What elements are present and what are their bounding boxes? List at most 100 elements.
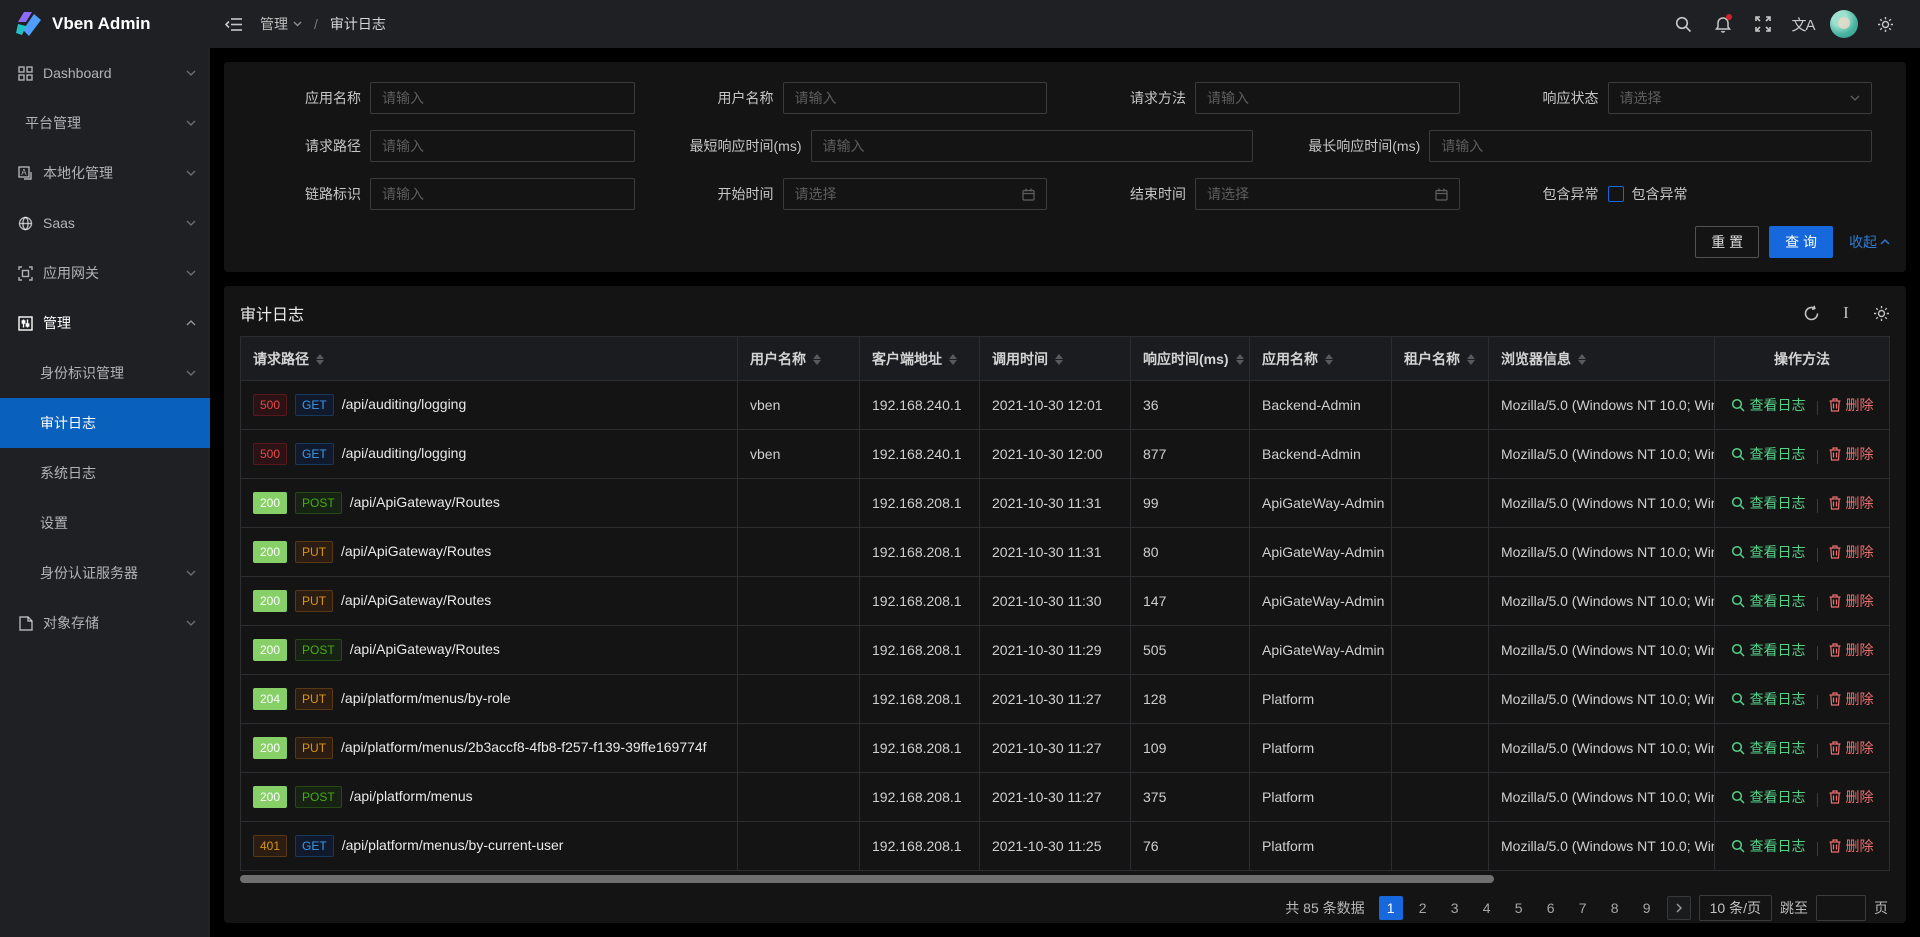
delete-button[interactable]: 删除 bbox=[1829, 787, 1874, 807]
sort-icon[interactable] bbox=[949, 354, 957, 365]
sort-icon[interactable] bbox=[316, 354, 324, 365]
http-status-select[interactable]: 请选择 bbox=[1608, 82, 1873, 114]
breadcrumb-root[interactable]: 管理 bbox=[260, 14, 302, 34]
trace-id-field[interactable] bbox=[370, 178, 635, 210]
sort-icon[interactable] bbox=[1055, 354, 1063, 365]
page-button-3[interactable]: 3 bbox=[1443, 896, 1467, 920]
request-path-field[interactable] bbox=[370, 130, 635, 162]
column-header-5[interactable]: 应用名称 bbox=[1250, 337, 1392, 381]
view-log-button[interactable]: 查看日志 bbox=[1731, 591, 1806, 611]
sort-icon[interactable] bbox=[1467, 354, 1475, 365]
page-button-8[interactable]: 8 bbox=[1603, 896, 1627, 920]
user-name-field[interactable] bbox=[783, 82, 1048, 114]
delete-button[interactable]: 删除 bbox=[1829, 591, 1874, 611]
http-method-field[interactable] bbox=[1195, 82, 1460, 114]
view-log-button[interactable]: 查看日志 bbox=[1731, 444, 1806, 464]
settings-icon[interactable] bbox=[1868, 7, 1902, 41]
view-log-button[interactable]: 查看日志 bbox=[1731, 836, 1806, 856]
sidebar-item-2[interactable]: A本地化管理 bbox=[0, 148, 210, 198]
filter-actions: 重 置 查 询 收起 bbox=[240, 226, 1890, 258]
max-time-input[interactable] bbox=[1441, 138, 1860, 154]
page-button-4[interactable]: 4 bbox=[1475, 896, 1499, 920]
collapse-link[interactable]: 收起 bbox=[1849, 232, 1890, 252]
delete-button[interactable]: 删除 bbox=[1829, 444, 1874, 464]
sidebar-item-3[interactable]: Saas bbox=[0, 198, 210, 248]
page-jump-input[interactable] bbox=[1816, 895, 1866, 921]
app-name-input[interactable] bbox=[382, 90, 623, 106]
sort-icon[interactable] bbox=[813, 354, 821, 365]
sidebar-item-label: 身份标识管理 bbox=[40, 363, 186, 383]
sidebar-item-1[interactable]: 平台管理 bbox=[0, 98, 210, 148]
search-icon[interactable] bbox=[1666, 7, 1700, 41]
cell-request-path: 401GET/api/platform/menus/by-current-use… bbox=[241, 822, 738, 871]
page-button-9[interactable]: 9 bbox=[1635, 896, 1659, 920]
delete-button[interactable]: 删除 bbox=[1829, 395, 1874, 415]
svg-text:A: A bbox=[21, 168, 27, 177]
column-header-7[interactable]: 浏览器信息 bbox=[1489, 337, 1715, 381]
search-icon bbox=[1731, 839, 1745, 853]
has-exception-checkbox[interactable] bbox=[1608, 186, 1624, 202]
sidebar-item-10[interactable]: 身份认证服务器 bbox=[0, 548, 210, 598]
sort-icon[interactable] bbox=[1578, 354, 1586, 365]
min-time-field[interactable] bbox=[811, 130, 1254, 162]
fullscreen-icon[interactable] bbox=[1746, 7, 1780, 41]
page-button-6[interactable]: 6 bbox=[1539, 896, 1563, 920]
max-time-field[interactable] bbox=[1429, 130, 1872, 162]
bell-icon[interactable] bbox=[1706, 7, 1740, 41]
end-time-picker[interactable]: 请选择 bbox=[1195, 178, 1460, 210]
chevron-down-icon bbox=[293, 21, 302, 27]
sort-icon[interactable] bbox=[1236, 354, 1244, 365]
min-time-input[interactable] bbox=[823, 138, 1242, 154]
sidebar-item-0[interactable]: Dashboard bbox=[0, 48, 210, 98]
sidebar-item-4[interactable]: 应用网关 bbox=[0, 248, 210, 298]
app-name-field[interactable] bbox=[370, 82, 635, 114]
view-log-button[interactable]: 查看日志 bbox=[1731, 542, 1806, 562]
column-header-6[interactable]: 租户名称 bbox=[1392, 337, 1489, 381]
view-log-button[interactable]: 查看日志 bbox=[1731, 640, 1806, 660]
menu-fold-icon[interactable] bbox=[216, 7, 250, 41]
start-time-picker[interactable]: 请选择 bbox=[783, 178, 1048, 210]
reset-button[interactable]: 重 置 bbox=[1695, 226, 1759, 258]
row-height-icon[interactable]: I bbox=[1837, 304, 1855, 322]
delete-button[interactable]: 删除 bbox=[1829, 542, 1874, 562]
trace-id-input[interactable] bbox=[382, 186, 623, 202]
delete-button[interactable]: 删除 bbox=[1829, 493, 1874, 513]
sidebar-item-11[interactable]: 对象存储 bbox=[0, 598, 210, 648]
sidebar-item-6[interactable]: 身份标识管理 bbox=[0, 348, 210, 398]
page-button-5[interactable]: 5 bbox=[1507, 896, 1531, 920]
sidebar-item-7[interactable]: 审计日志 bbox=[0, 398, 210, 448]
delete-button[interactable]: 删除 bbox=[1829, 836, 1874, 856]
user-name-input[interactable] bbox=[795, 90, 1036, 106]
page-button-1[interactable]: 1 bbox=[1379, 896, 1403, 920]
delete-button[interactable]: 删除 bbox=[1829, 640, 1874, 660]
view-log-button[interactable]: 查看日志 bbox=[1731, 787, 1806, 807]
column-header-3[interactable]: 调用时间 bbox=[980, 337, 1131, 381]
page-size-select[interactable]: 10 条/页 bbox=[1699, 895, 1772, 921]
logo[interactable]: Vben Admin bbox=[0, 0, 210, 48]
column-header-1[interactable]: 用户名称 bbox=[738, 337, 860, 381]
sidebar-item-9[interactable]: 设置 bbox=[0, 498, 210, 548]
sidebar-item-8[interactable]: 系统日志 bbox=[0, 448, 210, 498]
delete-button[interactable]: 删除 bbox=[1829, 689, 1874, 709]
sidebar-item-5[interactable]: 管理 bbox=[0, 298, 210, 348]
view-log-button[interactable]: 查看日志 bbox=[1731, 395, 1806, 415]
request-path-input[interactable] bbox=[382, 138, 623, 154]
view-log-button[interactable]: 查看日志 bbox=[1731, 689, 1806, 709]
page-button-7[interactable]: 7 bbox=[1571, 896, 1595, 920]
scrollbar-thumb[interactable] bbox=[240, 875, 1494, 883]
column-header-4[interactable]: 响应时间(ms) bbox=[1131, 337, 1250, 381]
avatar[interactable] bbox=[1830, 10, 1858, 38]
column-settings-icon[interactable] bbox=[1872, 304, 1890, 322]
refresh-icon[interactable] bbox=[1802, 304, 1820, 322]
next-page-button[interactable] bbox=[1667, 896, 1691, 920]
view-log-button[interactable]: 查看日志 bbox=[1731, 738, 1806, 758]
page-button-2[interactable]: 2 bbox=[1411, 896, 1435, 920]
column-header-2[interactable]: 客户端地址 bbox=[860, 337, 980, 381]
translate-icon[interactable]: 文A bbox=[1786, 7, 1820, 41]
delete-button[interactable]: 删除 bbox=[1829, 738, 1874, 758]
search-button[interactable]: 查 询 bbox=[1769, 226, 1833, 258]
column-header-0[interactable]: 请求路径 bbox=[241, 337, 738, 381]
view-log-button[interactable]: 查看日志 bbox=[1731, 493, 1806, 513]
http-method-input[interactable] bbox=[1207, 90, 1448, 106]
sort-icon[interactable] bbox=[1325, 354, 1333, 365]
